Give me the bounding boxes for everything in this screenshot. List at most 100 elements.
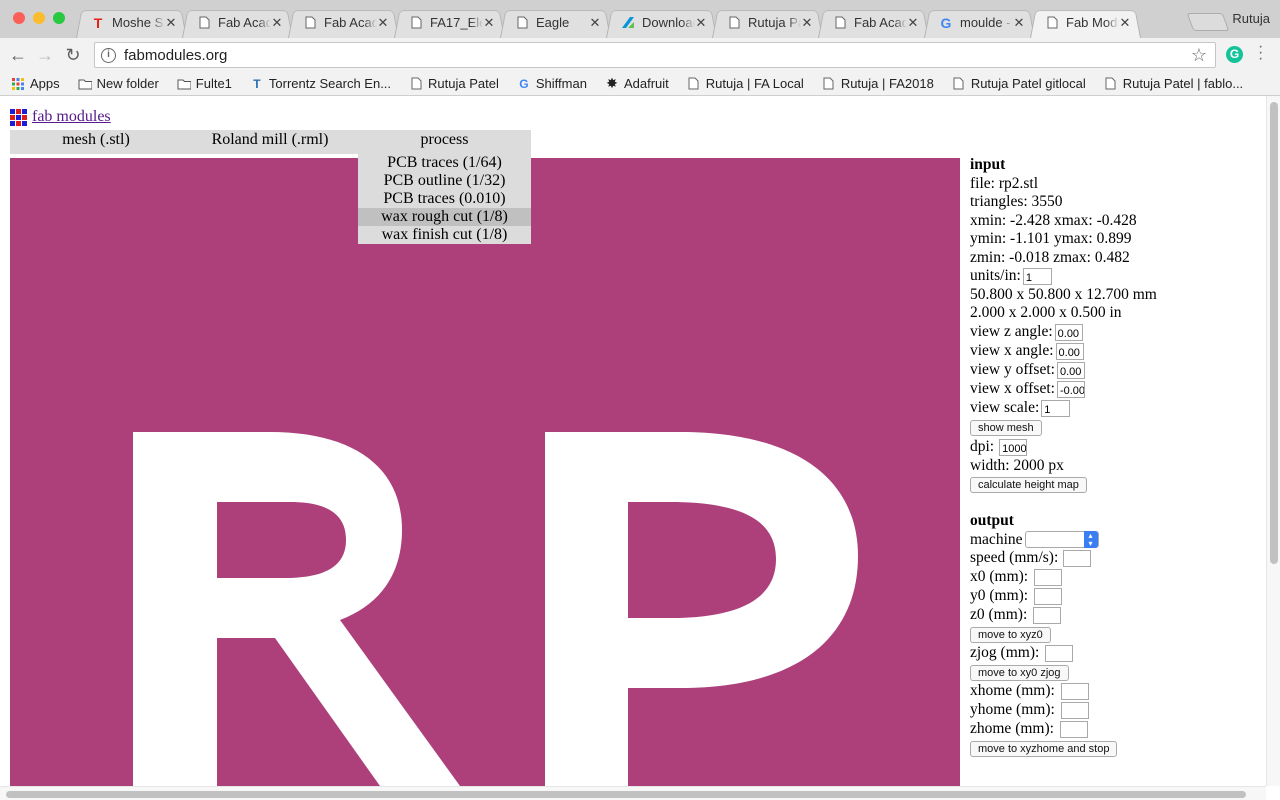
xhome-input[interactable]	[1060, 683, 1089, 700]
bookmark-new-folder[interactable]: New folder	[78, 76, 159, 91]
process-dropdown: PCB traces (1/64) PCB outline (1/32) PCB…	[358, 154, 531, 244]
tab-7[interactable]: Fab Acade ✕	[818, 7, 929, 38]
tab-strip: T Moshe Sz ✕ Fab Acade ✕ Fab Acade ✕ FA1…	[76, 7, 1136, 38]
tab-9[interactable]: Fab Modu ✕	[1030, 7, 1141, 38]
close-icon[interactable]: ✕	[801, 15, 813, 31]
input-format-menu[interactable]: mesh (.stl)	[10, 130, 182, 154]
tab-title: Rutuja Pat	[748, 15, 801, 30]
bookmark-star-icon[interactable]: ☆	[1191, 45, 1207, 66]
zhome-input[interactable]	[1059, 721, 1088, 738]
zjog-input[interactable]	[1045, 645, 1074, 662]
bookmark-fa-local[interactable]: Rutuja | FA Local	[687, 76, 804, 91]
dpi-input[interactable]: 1000	[999, 438, 1028, 456]
z0-label: z0 (mm):	[970, 606, 1028, 624]
close-icon[interactable]: ✕	[1119, 15, 1131, 31]
bookmark-apps[interactable]: Apps	[11, 76, 60, 91]
show-mesh-button[interactable]: show mesh	[970, 419, 1042, 436]
close-icon[interactable]: ✕	[165, 15, 177, 31]
vertical-scrollbar[interactable]	[1266, 96, 1280, 786]
scrollbar-thumb[interactable]	[6, 791, 1246, 798]
view-y-offset-row: view y offset: 0.00	[970, 361, 1260, 380]
page-icon	[302, 15, 318, 31]
tab-title: Moshe Sz	[112, 15, 165, 30]
y-range-info: ymin: -1.101 ymax: 0.899	[970, 230, 1132, 247]
process-option-highlighted[interactable]: wax rough cut (1/8)	[358, 208, 531, 226]
view-y-offset-input[interactable]: 0.00	[1056, 361, 1085, 379]
profile-name[interactable]: Rutuja	[1232, 11, 1270, 26]
horizontal-scrollbar[interactable]	[0, 786, 1266, 800]
info-icon[interactable]: i	[101, 47, 116, 63]
z0-input[interactable]	[1033, 607, 1062, 624]
process-option[interactable]: PCB traces (1/64)	[358, 154, 531, 172]
close-icon[interactable]: ✕	[589, 15, 601, 31]
new-tab-button[interactable]	[1186, 13, 1230, 31]
grammarly-icon[interactable]: G	[1226, 46, 1243, 63]
process-option[interactable]: PCB traces (0.010)	[358, 190, 531, 208]
units-input[interactable]: 1	[1022, 267, 1052, 285]
fab-modules-link[interactable]: fab modules	[32, 108, 111, 126]
bookmark-gitlocal[interactable]: Rutuja Patel gitlocal	[952, 76, 1086, 91]
tab-4[interactable]: Eagle ✕	[500, 7, 611, 38]
close-icon[interactable]: ✕	[907, 15, 919, 31]
bookmark-label: New folder	[96, 76, 159, 91]
page-icon	[1044, 15, 1060, 31]
process-option[interactable]: wax finish cut (1/8)	[358, 226, 531, 244]
bookmark-fa2018[interactable]: Rutuja | FA2018	[822, 76, 934, 91]
view-scale-input[interactable]: 1	[1041, 399, 1071, 417]
forward-arrow-icon[interactable]: →	[34, 44, 56, 66]
close-window-button[interactable]	[13, 12, 25, 24]
tab-2[interactable]: Fab Acade ✕	[288, 7, 399, 38]
zoom-window-button[interactable]	[53, 12, 65, 24]
close-icon[interactable]: ✕	[483, 15, 495, 31]
view-scale-row: view scale: 1	[970, 399, 1260, 418]
url-text[interactable]: fabmodules.org	[124, 47, 227, 64]
module-menu-bar: mesh (.stl) Roland mill (.rml) process	[10, 130, 531, 154]
view-x-offset-label: view x offset:	[970, 379, 1055, 397]
bookmark-fablo[interactable]: Rutuja Patel | fablo...	[1104, 76, 1243, 91]
reload-icon[interactable]: ↻	[62, 44, 84, 66]
x0-input[interactable]	[1034, 569, 1063, 586]
y0-input[interactable]	[1034, 588, 1063, 605]
mesh-preview-canvas[interactable]	[10, 158, 960, 786]
yhome-input[interactable]	[1060, 702, 1089, 719]
close-icon[interactable]: ✕	[695, 15, 707, 31]
calculate-height-map-button[interactable]: calculate height map	[970, 477, 1087, 493]
bookmark-adafruit[interactable]: ✸ Adafruit	[605, 75, 669, 91]
close-icon[interactable]: ✕	[377, 15, 389, 31]
bookmark-torrentz[interactable]: T Torrentz Search En...	[250, 76, 391, 91]
close-icon[interactable]: ✕	[1013, 15, 1025, 31]
close-icon[interactable]: ✕	[271, 15, 283, 31]
bookmark-fulte1[interactable]: Fulte1	[177, 76, 232, 91]
move-to-xyz0-button[interactable]: move to xyz0	[970, 626, 1051, 643]
bookmark-label: Fulte1	[195, 76, 232, 91]
scrollbar-thumb[interactable]	[1270, 102, 1278, 564]
menu-dots-icon[interactable]: · · ·	[1258, 39, 1263, 67]
bookmark-label: Rutuja Patel gitlocal	[970, 76, 1086, 91]
tab-0[interactable]: T Moshe Sz ✕	[76, 7, 187, 38]
address-bar[interactable]: i fabmodules.org ☆	[94, 42, 1216, 68]
bookmark-rutuja-patel[interactable]: Rutuja Patel	[409, 76, 499, 91]
move-to-xy0-zjog-button[interactable]: move to xy0 zjog	[970, 664, 1069, 681]
machine-select[interactable]: ▴ ▾	[1024, 531, 1099, 549]
back-arrow-icon[interactable]: ←	[7, 44, 29, 66]
y0-row: y0 (mm):	[970, 587, 1260, 606]
output-format-menu[interactable]: Roland mill (.rml)	[182, 130, 358, 154]
tab-6[interactable]: Rutuja Pat ✕	[712, 7, 823, 38]
view-z-angle-input[interactable]: 0.00	[1054, 323, 1083, 341]
tab-8[interactable]: G moulde - ✕	[924, 7, 1035, 38]
process-menu[interactable]: process	[358, 130, 531, 154]
tab-1[interactable]: Fab Acade ✕	[182, 7, 293, 38]
view-x-offset-input[interactable]: -0.00	[1056, 380, 1085, 398]
tab-5[interactable]: Download ✕	[606, 7, 717, 38]
fab-modules-logo: fab modules	[10, 108, 111, 126]
output-heading: output	[970, 512, 1260, 531]
bookmark-shiffman[interactable]: G Shiffman	[517, 76, 587, 91]
minimize-window-button[interactable]	[33, 12, 45, 24]
tab-3[interactable]: FA17_Elect ✕	[394, 7, 505, 38]
move-to-xyzhome-button[interactable]: move to xyzhome and stop	[970, 740, 1118, 757]
view-x-angle-input[interactable]: 0.00	[1055, 342, 1084, 360]
x0-row: x0 (mm):	[970, 568, 1260, 587]
process-option[interactable]: PCB outline (1/32)	[358, 172, 531, 190]
speed-input[interactable]	[1063, 550, 1092, 567]
adafruit-icon: ✸	[606, 75, 618, 91]
